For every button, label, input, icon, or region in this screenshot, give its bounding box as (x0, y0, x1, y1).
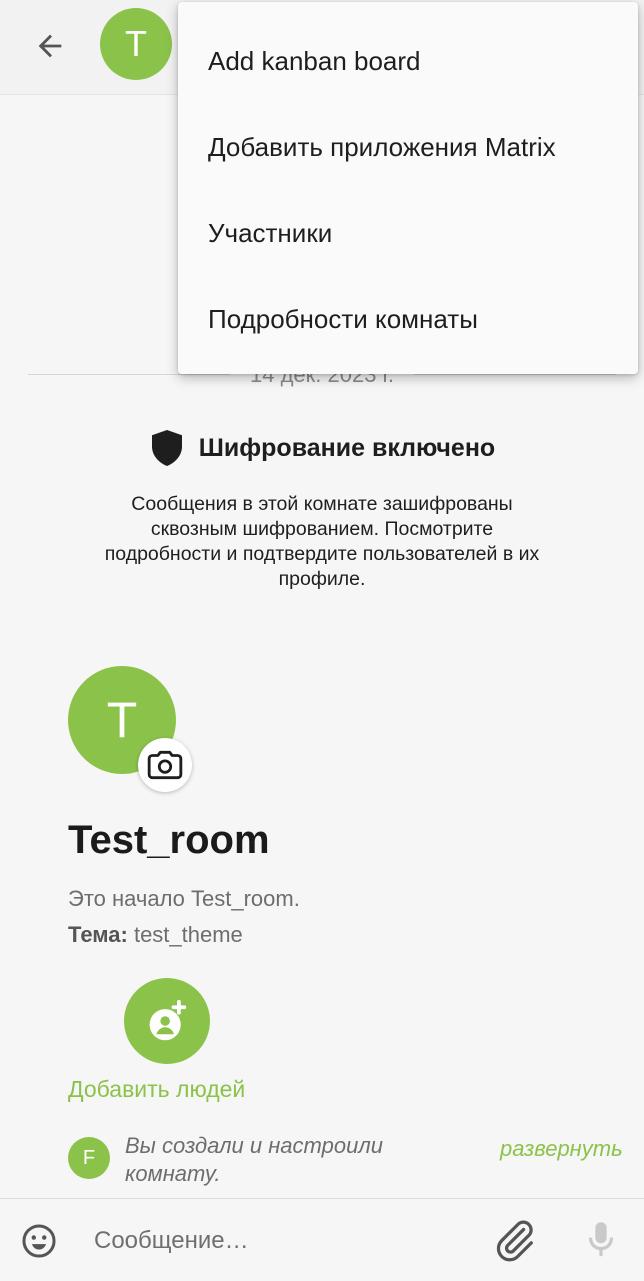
arrow-back-icon (38, 34, 62, 58)
menu-item-members[interactable]: Участники (178, 190, 638, 276)
encryption-title-text: Шифрование включено (198, 433, 496, 462)
message-input[interactable] (94, 1223, 474, 1259)
room-avatar-small[interactable]: T (100, 8, 172, 80)
add-person-icon (149, 999, 187, 1041)
topic-label: Тема: (68, 922, 128, 947)
camera-icon (147, 750, 183, 780)
room-topic: Тема: test_theme (68, 922, 243, 948)
paperclip-icon[interactable] (492, 1217, 538, 1263)
change-avatar-button[interactable] (138, 738, 192, 792)
topic-value: test_theme (127, 922, 243, 947)
add-people-button[interactable] (124, 978, 210, 1064)
encryption-notice-title: Шифрование включено (0, 428, 644, 468)
add-people-label[interactable]: Добавить людей (68, 1076, 245, 1103)
back-button[interactable] (26, 22, 74, 70)
room-name: Test_room (68, 818, 270, 862)
shield-icon (151, 430, 182, 466)
encryption-description: Сообщения в этой комнате зашифрованы скв… (104, 493, 540, 590)
expand-link[interactable]: развернуть (500, 1136, 623, 1162)
overflow-menu: Add kanban board Добавить приложения Mat… (178, 2, 638, 374)
room-start-text: Это начало Test_room. (68, 886, 300, 911)
menu-item-add-kanban-board[interactable]: Add kanban board (178, 18, 638, 104)
event-sender-avatar[interactable]: F (68, 1137, 110, 1179)
menu-item-room-details[interactable]: Подробности комнаты (178, 276, 638, 362)
microphone-icon[interactable] (584, 1219, 618, 1261)
emoji-icon[interactable] (20, 1222, 58, 1260)
avatar-letter: T (106, 692, 138, 748)
avatar-letter: F (82, 1146, 96, 1169)
avatar-letter: T (125, 23, 147, 64)
event-summary: Вы создали и настроили комнату. (125, 1133, 383, 1186)
message-composer (0, 1198, 644, 1281)
menu-item-add-matrix-apps[interactable]: Добавить приложения Matrix (178, 104, 638, 190)
